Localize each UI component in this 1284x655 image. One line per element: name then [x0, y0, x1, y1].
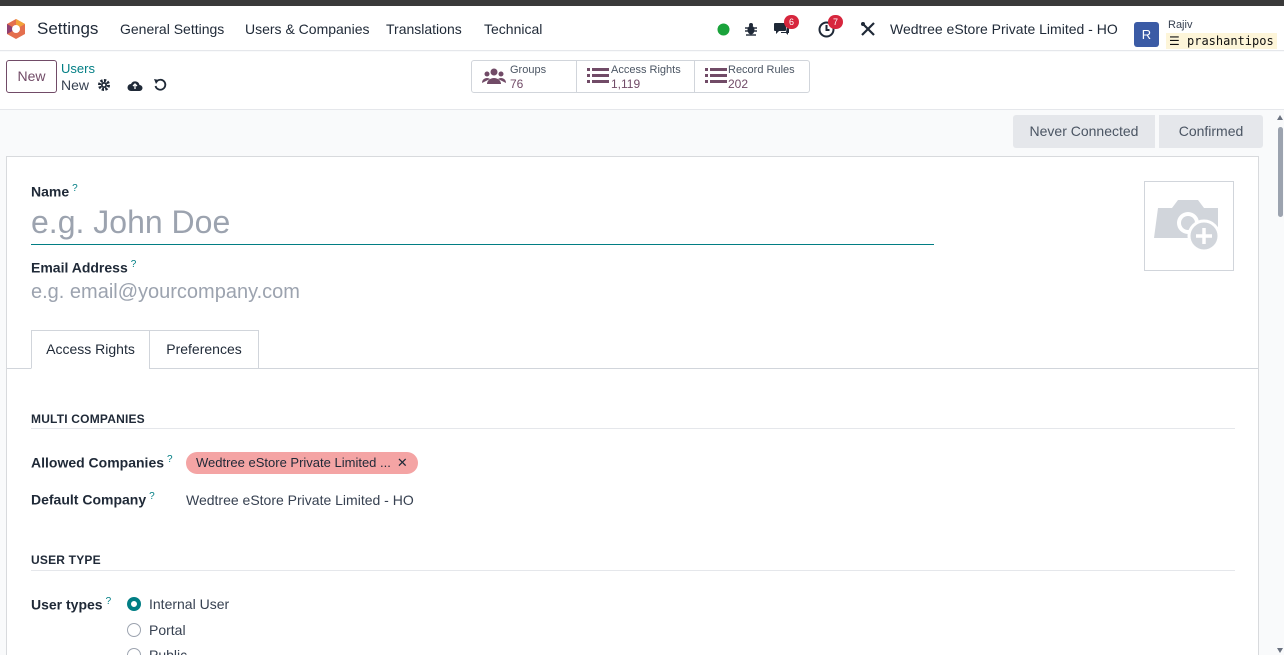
allowed-company-tag[interactable]: Wedtree eStore Private Limited ... ✕: [186, 452, 418, 474]
scroll-down-arrow-icon[interactable]: [1277, 648, 1283, 653]
remove-tag-close-icon[interactable]: ✕: [397, 452, 408, 474]
activity-count-badge: 7: [828, 15, 843, 29]
radio-checked-icon[interactable]: [127, 597, 141, 611]
radio-unchecked-icon[interactable]: [127, 648, 141, 655]
presence-status-icon[interactable]: [716, 18, 731, 40]
status-bar: Never Connected Confirmed: [1013, 115, 1263, 148]
user-type-section-title: USER TYPE: [31, 553, 101, 567]
database-name-text: prashantipos: [1187, 34, 1274, 48]
name-help-icon[interactable]: ?: [72, 183, 78, 194]
menu-users-companies[interactable]: Users & Companies: [245, 21, 370, 37]
chat-messages-icon[interactable]: 6: [772, 15, 799, 40]
allowed-companies-help-icon[interactable]: ?: [167, 454, 173, 465]
chat-count-badge: 6: [784, 15, 799, 29]
name-label-text: Name: [31, 183, 70, 200]
app-name[interactable]: Settings: [37, 19, 98, 39]
current-company-switcher[interactable]: Wedtree eStore Private Limited - HO: [890, 21, 1118, 37]
smart-buttons: Groups 76 Access Rights 1,119 Record Rul…: [471, 60, 810, 93]
status-confirmed[interactable]: Confirmed: [1159, 115, 1263, 148]
save-cloud-icon[interactable]: [126, 77, 144, 93]
status-never-connected[interactable]: Never Connected: [1013, 115, 1155, 148]
groups-smart-button[interactable]: Groups 76: [472, 61, 577, 92]
user-type-portal-label: Portal: [149, 622, 186, 638]
record-rules-smart-button[interactable]: Record Rules 202: [695, 61, 809, 92]
tools-icon[interactable]: [859, 18, 877, 40]
control-panel: New Users New Groups 76 Access Rights 1,…: [0, 52, 1284, 110]
default-company-help-icon[interactable]: ?: [149, 491, 155, 502]
name-field-label: Name?: [31, 183, 78, 200]
email-label-text: Email Address: [31, 259, 128, 276]
user-type-public-label: Public: [149, 647, 188, 655]
camera-add-icon: [1154, 194, 1224, 259]
user-type-portal-option[interactable]: Portal: [127, 622, 186, 638]
record-rules-label: Record Rules: [728, 64, 795, 76]
default-company-value[interactable]: Wedtree eStore Private Limited - HO: [186, 492, 414, 508]
users-icon: [482, 67, 506, 88]
odoo-app-logo-icon[interactable]: [6, 18, 26, 40]
database-name: ☰ prashantipos: [1166, 33, 1277, 49]
menu-translations[interactable]: Translations: [386, 21, 462, 37]
scrollbar-thumb[interactable]: [1278, 127, 1283, 217]
page-scrollbar[interactable]: [1276, 115, 1284, 655]
groups-count: 76: [510, 77, 524, 91]
user-type-public-option[interactable]: Public: [127, 647, 187, 655]
activity-clock-icon[interactable]: 7: [816, 15, 843, 40]
section-divider: [31, 428, 1235, 429]
scroll-up-arrow-icon[interactable]: [1277, 115, 1283, 120]
menu-technical[interactable]: Technical: [484, 21, 542, 37]
name-input[interactable]: [31, 201, 934, 245]
form-tabs: Access Rights Preferences: [7, 330, 1258, 369]
breadcrumb-users-link[interactable]: Users: [61, 61, 95, 76]
email-input[interactable]: [31, 277, 531, 307]
tab-access-rights[interactable]: Access Rights: [31, 330, 150, 369]
user-types-label: User types?: [31, 596, 111, 613]
allowed-companies-label-text: Allowed Companies: [31, 454, 165, 471]
user-avatar[interactable]: R: [1134, 22, 1159, 47]
gear-icon[interactable]: [96, 77, 112, 93]
user-name[interactable]: Rajiv: [1168, 19, 1192, 31]
default-company-label-text: Default Company: [31, 491, 147, 508]
email-help-icon[interactable]: ?: [131, 259, 137, 270]
multi-companies-section-title: MULTI COMPANIES: [31, 412, 145, 426]
user-type-internal-label: Internal User: [149, 596, 230, 612]
radio-unchecked-icon[interactable]: [127, 623, 141, 637]
breadcrumb-current: New: [61, 77, 90, 93]
default-company-label: Default Company?: [31, 491, 155, 508]
access-rights-count: 1,119: [611, 77, 641, 91]
new-record-button[interactable]: New: [6, 60, 57, 93]
user-types-help-icon[interactable]: ?: [106, 596, 112, 607]
discard-undo-icon[interactable]: [152, 77, 168, 93]
menu-general-settings[interactable]: General Settings: [120, 21, 224, 37]
debug-bug-icon[interactable]: [742, 18, 760, 40]
groups-label: Groups: [510, 64, 547, 76]
list-icon: [587, 67, 609, 88]
access-rights-smart-button[interactable]: Access Rights 1,119: [577, 61, 695, 92]
access-rights-label: Access Rights: [611, 64, 681, 76]
user-type-internal-option[interactable]: Internal User: [127, 596, 229, 612]
user-photo-upload[interactable]: [1144, 181, 1234, 271]
main-navbar: Settings General Settings Users & Compan…: [0, 6, 1284, 51]
allowed-companies-label: Allowed Companies?: [31, 454, 173, 471]
tab-preferences[interactable]: Preferences: [149, 330, 259, 369]
form-sheet: Name? Email Address? Access Rights Prefe…: [6, 156, 1259, 655]
record-rules-count: 202: [728, 77, 749, 91]
allowed-company-tag-text: Wedtree eStore Private Limited ...: [196, 455, 391, 470]
database-icon: ☰: [1169, 34, 1180, 48]
email-field-label: Email Address?: [31, 259, 136, 276]
list-icon: [705, 67, 727, 88]
section-divider: [31, 570, 1235, 571]
user-types-label-text: User types: [31, 596, 103, 613]
